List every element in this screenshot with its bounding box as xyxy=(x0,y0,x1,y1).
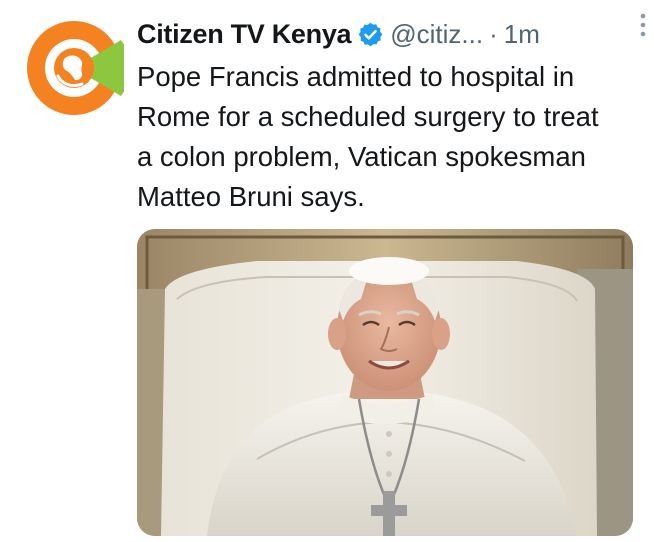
tweet-text: Pope Francis admitted to hospital in Rom… xyxy=(137,61,599,212)
display-name[interactable]: Citizen TV Kenya xyxy=(137,19,352,50)
more-options-icon[interactable] xyxy=(636,12,650,38)
tweet-content: Citizen TV Kenya @citiz... · 1m Pope Fra… xyxy=(137,14,637,217)
verified-badge-icon xyxy=(357,21,384,48)
tweet-photo[interactable] xyxy=(137,229,633,536)
avatar[interactable] xyxy=(24,18,131,118)
photo-image xyxy=(137,229,633,536)
tweet-card[interactable]: Citizen TV Kenya @citiz... · 1m Pope Fra… xyxy=(0,0,654,542)
timestamp[interactable]: 1m xyxy=(504,19,540,50)
tweet-header: Citizen TV Kenya @citiz... · 1m xyxy=(137,14,637,54)
citizen-tv-logo-icon xyxy=(27,21,131,115)
user-handle[interactable]: @citiz... xyxy=(390,19,483,50)
separator-dot: · xyxy=(489,18,498,49)
